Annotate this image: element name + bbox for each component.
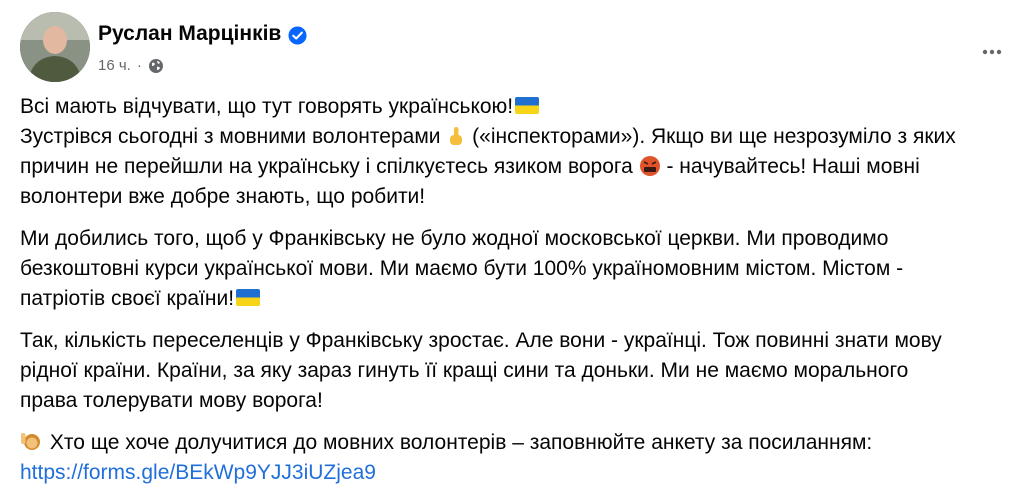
text-segment: - начувайтесь! Наші мовні (660, 155, 920, 178)
form-link[interactable]: https://forms.gle/BEkWp9YJJ3iUZjea9 (20, 461, 376, 484)
verified-badge-icon (288, 26, 307, 45)
paragraph-1: Всі мають відчувати, що тут говорять укр… (20, 92, 1010, 212)
text-line: Хто ще хоче долучитися до мовних волонте… (20, 428, 1010, 458)
globe-icon[interactable] (148, 58, 164, 74)
text-line: Ми добились того, щоб у Франківську не б… (20, 227, 889, 250)
raising-hand-person-icon (21, 433, 40, 450)
author-name[interactable]: Руслан Марцінків (98, 22, 281, 46)
ukraine-flag-icon (236, 289, 261, 306)
text-line: Так, кількість переселенців у Франківськ… (20, 329, 942, 352)
post-meta: 16 ч. · (98, 57, 164, 74)
paragraph-4: Хто ще хоче долучитися до мовних волонте… (20, 428, 1010, 488)
avatar[interactable] (20, 12, 90, 82)
text-line: права толерувати мову ворога! (20, 389, 323, 412)
text-segment: («інспекторами»). Якщо ви ще незрозуміло… (466, 125, 956, 148)
text-segment: патріотів своєї країни! (20, 287, 235, 310)
text-line: патріотів своєї країни! (20, 284, 1010, 314)
facebook-post: Руслан Марцінків 16 ч. · Всі мають відчу… (0, 0, 1029, 485)
paragraph-3: Так, кількість переселенців у Франківськ… (20, 326, 1010, 416)
text-line: https://forms.gle/BEkWp9YJJ3iUZjea9 (20, 458, 1010, 488)
text-line: рідної країни. Країни, за яку зараз гину… (20, 359, 909, 382)
meta-separator: · (136, 57, 142, 74)
text-line: волонтери вже добре знають, що робити! (20, 185, 426, 208)
angry-face-icon (639, 156, 660, 176)
text-segment: Всі мають відчувати, що тут говорять укр… (20, 95, 514, 118)
post-body: Всі мають відчувати, що тут говорять укр… (20, 92, 1010, 500)
pointing-up-hand-icon (450, 127, 463, 145)
text-line: безкоштовні курси української мови. Ми м… (20, 257, 904, 280)
text-segment: причин не перейшли на українську і спілк… (20, 155, 633, 178)
post-time[interactable]: 16 ч. (98, 57, 131, 74)
more-options-button[interactable] (974, 34, 1010, 70)
ukraine-flag-icon (515, 97, 540, 114)
text-line: Зустрівся сьогодні з мовними волонтерами… (20, 122, 1010, 152)
paragraph-2: Ми добились того, щоб у Франківську не б… (20, 224, 1010, 314)
post-header: Руслан Марцінків 16 ч. · (20, 10, 1010, 82)
more-options-icon (982, 49, 1002, 55)
text-segment: Хто ще хоче долучитися до мовних волонте… (49, 431, 873, 454)
text-line: Всі мають відчувати, що тут говорять укр… (20, 92, 1010, 122)
text-segment: Зустрівся сьогодні з мовними волонтерами (20, 125, 441, 148)
text-line: причин не перейшли на українську і спілк… (20, 152, 1010, 182)
